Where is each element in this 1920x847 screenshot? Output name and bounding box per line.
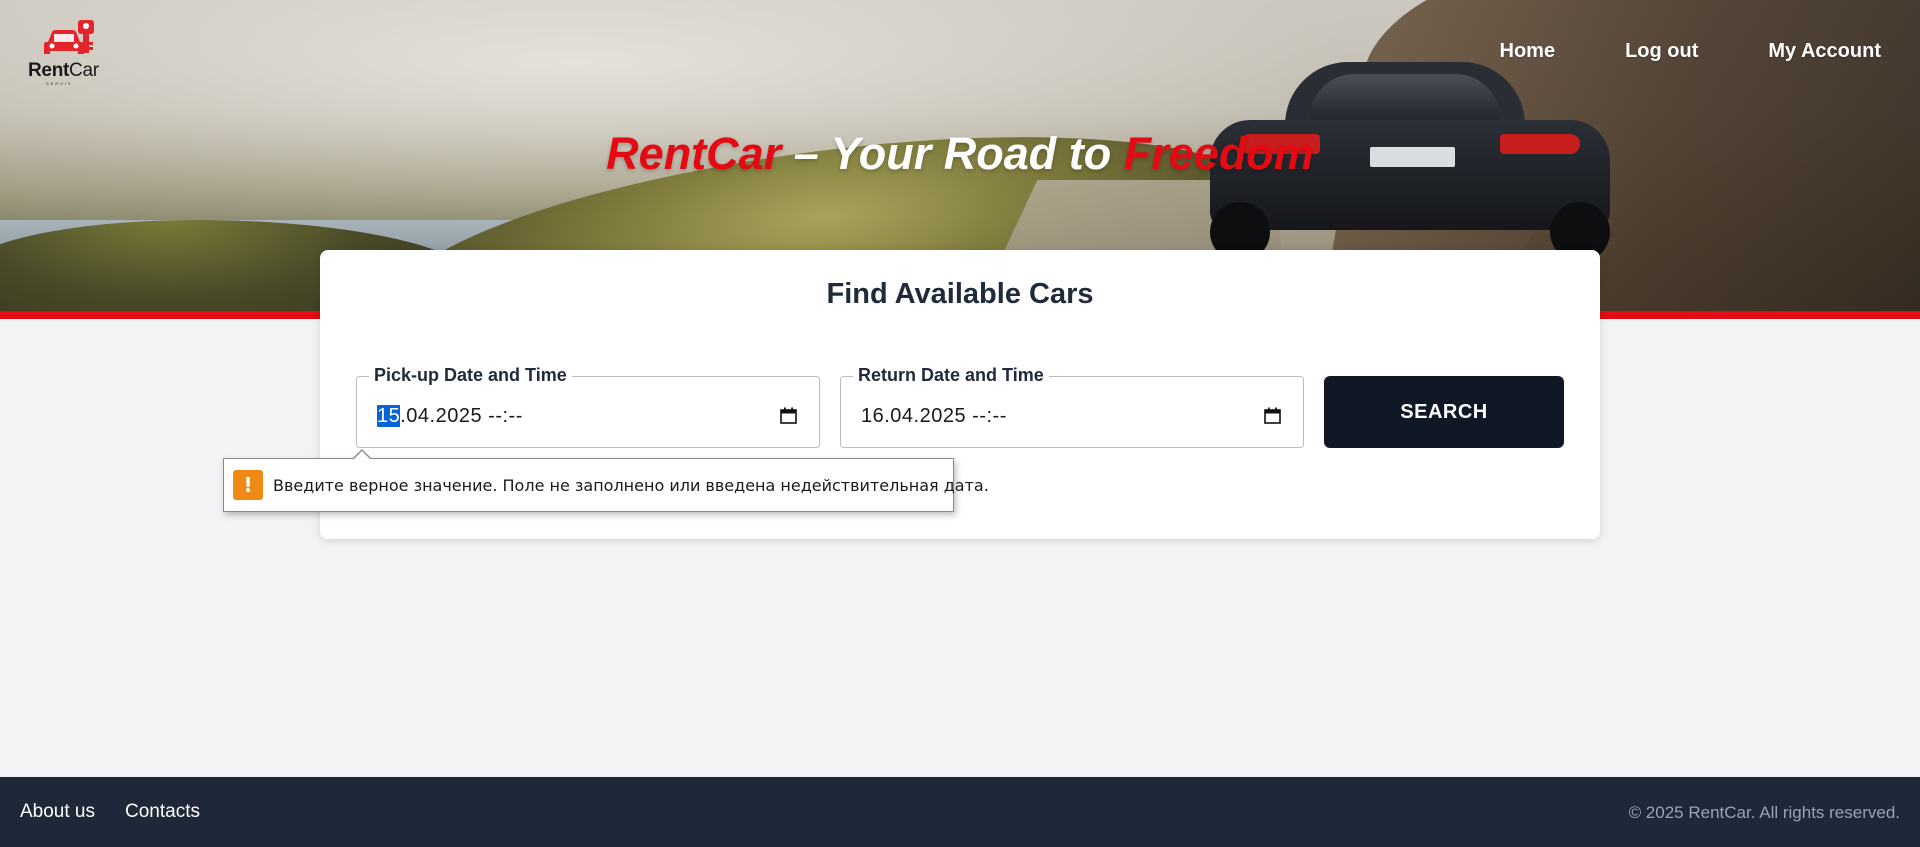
logo-subtitle: SERVIS bbox=[46, 81, 73, 86]
main-nav: Home Log out My Account bbox=[1430, 40, 1882, 63]
hero-title-middle: – Your Road to bbox=[781, 128, 1124, 179]
footer: About us Contacts © 2025 RentCar. All ri… bbox=[0, 777, 1920, 847]
hero-title: RentCar – Your Road to Freedom bbox=[0, 128, 1920, 180]
pickup-datetime-field[interactable]: Pick-up Date and Time 15.04.2025 --:-- bbox=[356, 365, 820, 448]
pickup-datetime-rest[interactable]: .04.2025 --:-- bbox=[400, 405, 523, 427]
car-key-logo-icon bbox=[44, 20, 94, 54]
pickup-day-selected[interactable]: 15 bbox=[377, 405, 401, 427]
logo[interactable]: RentCar SERVIS bbox=[28, 20, 108, 86]
return-datetime-value[interactable]: 16.04.2025 --:-- bbox=[861, 405, 1007, 428]
pickup-datetime-label: Pick-up Date and Time bbox=[369, 365, 572, 386]
footer-about-us-link[interactable]: About us bbox=[20, 801, 95, 823]
hero-title-freedom: Freedom bbox=[1123, 128, 1314, 179]
return-datetime-field[interactable]: Return Date and Time 16.04.2025 --:-- bbox=[840, 365, 1304, 448]
footer-links: About us Contacts bbox=[20, 801, 230, 823]
validation-message: Введите верное значение. Поле не заполне… bbox=[273, 476, 989, 495]
nav-logout-link[interactable]: Log out bbox=[1625, 40, 1698, 63]
nav-my-account-link[interactable]: My Account bbox=[1768, 40, 1881, 63]
search-button[interactable]: SEARCH bbox=[1324, 376, 1564, 448]
validation-tooltip: ! Введите верное значение. Поле не запол… bbox=[223, 449, 989, 512]
return-datetime-label: Return Date and Time bbox=[853, 365, 1049, 386]
hero-title-brand: RentCar bbox=[606, 128, 782, 179]
search-card-title: Find Available Cars bbox=[826, 278, 1094, 310]
nav-home-link[interactable]: Home bbox=[1500, 40, 1556, 63]
calendar-icon[interactable] bbox=[1264, 407, 1281, 424]
warning-icon: ! bbox=[233, 470, 263, 500]
footer-contacts-link[interactable]: Contacts bbox=[125, 801, 200, 823]
calendar-icon[interactable] bbox=[780, 407, 797, 424]
pickup-datetime-value[interactable]: 15.04.2025 --:-- bbox=[377, 405, 523, 428]
footer-copyright: © 2025 RentCar. All rights reserved. bbox=[1628, 803, 1900, 822]
logo-text: RentCar bbox=[28, 60, 99, 81]
